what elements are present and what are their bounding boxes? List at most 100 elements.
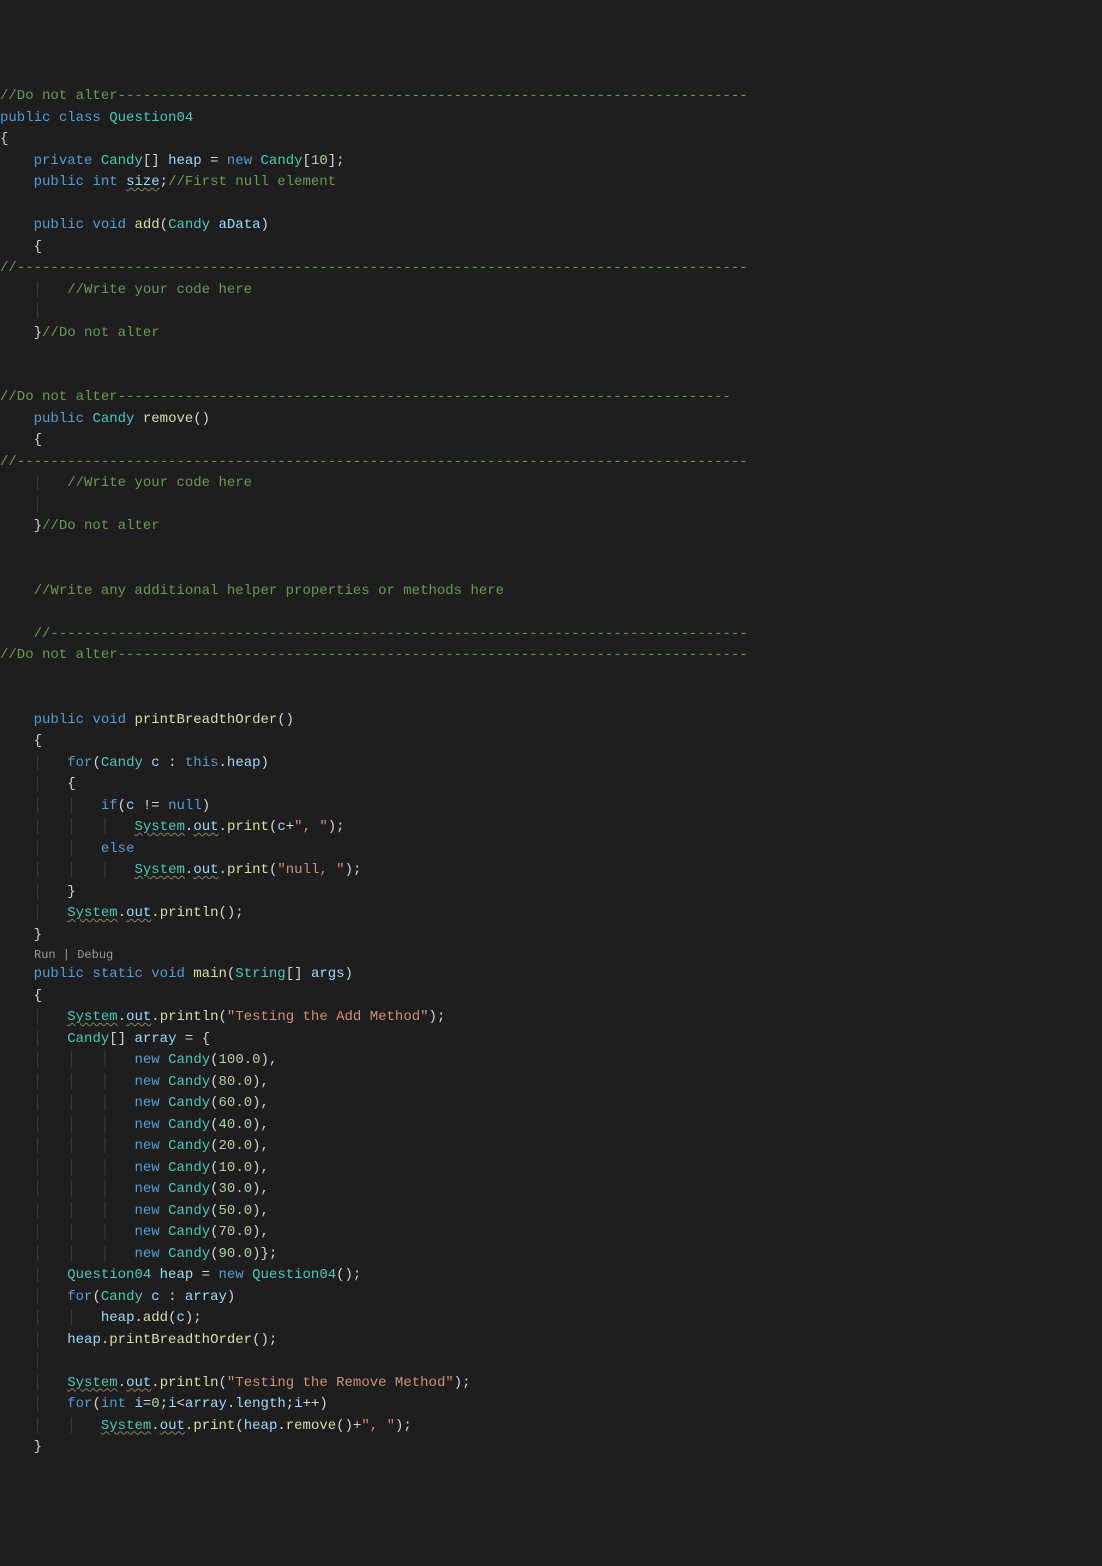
method-println: println (160, 1009, 219, 1025)
type-candy: Candy (168, 1095, 210, 1111)
type-candy: Candy (92, 411, 134, 427)
codelens-sep: | (56, 948, 78, 962)
type-string: String (235, 966, 285, 982)
type-question04: Question04 (109, 110, 193, 126)
type-candy: Candy (168, 1246, 210, 1262)
num: 70.0 (219, 1224, 253, 1240)
comment: //Do not alter (42, 518, 160, 534)
brace-open: { (0, 131, 8, 147)
type-candy: Candy (168, 1138, 210, 1154)
num: 100.0 (219, 1052, 261, 1068)
num: 90.0 (219, 1246, 253, 1262)
type-question04: Question04 (252, 1267, 336, 1283)
var-heap: heap (244, 1418, 278, 1434)
num: 10.0 (219, 1160, 253, 1176)
type-candy: Candy (168, 1203, 210, 1219)
comment: // (34, 626, 51, 642)
method-print: print (227, 819, 269, 835)
var-c: c (151, 755, 159, 771)
codelens-debug[interactable]: Debug (77, 948, 113, 962)
type-system: System (67, 1375, 117, 1391)
method-print: print (227, 862, 269, 878)
type-candy: Candy (168, 1074, 210, 1090)
method-printbreadthorder: printBreadthOrder (109, 1332, 252, 1348)
kw-if: if (101, 798, 118, 814)
comment-dashes: ----------------------------------------… (118, 389, 731, 405)
var-out: out (126, 1375, 151, 1391)
string-testrem: "Testing the Remove Method" (227, 1375, 454, 1391)
kw-for: for (67, 1396, 92, 1412)
method-add: add (134, 217, 159, 233)
kw-public: public (0, 110, 50, 126)
kw-new: new (218, 1267, 243, 1283)
type-candy: Candy (67, 1031, 109, 1047)
num: 30.0 (219, 1181, 253, 1197)
method-main: main (193, 966, 227, 982)
var-array: array (185, 1396, 227, 1412)
type-system: System (67, 905, 117, 921)
type-candy: Candy (101, 1289, 143, 1305)
method-remove: remove (286, 1418, 336, 1434)
kw-new: new (134, 1224, 159, 1240)
type-candy: Candy (101, 755, 143, 771)
comment: //Write any additional helper properties… (34, 583, 504, 599)
var-out: out (193, 862, 218, 878)
comment-dashes: ----------------------------------------… (118, 647, 748, 663)
type-candy: Candy (168, 1181, 210, 1197)
comment: //Write your code here (67, 282, 252, 298)
type-system: System (67, 1009, 117, 1025)
var-heap: heap (160, 1267, 194, 1283)
kw-new: new (227, 153, 252, 169)
codelens[interactable]: Run | Debug (0, 946, 1102, 964)
var-adata: aData (219, 217, 261, 233)
kw-class: class (59, 110, 101, 126)
type-candy: Candy (101, 153, 143, 169)
kw-new: new (134, 1074, 159, 1090)
type-system: System (134, 862, 184, 878)
code-editor[interactable]: //Do not alter--------------------------… (0, 86, 1102, 1459)
codelens-run[interactable]: Run (34, 948, 56, 962)
kw-for: for (67, 755, 92, 771)
kw-new: new (134, 1181, 159, 1197)
var-i: i (134, 1396, 142, 1412)
kw-new: new (134, 1203, 159, 1219)
kw-this: this (185, 755, 219, 771)
var-out: out (126, 905, 151, 921)
var-size: size (126, 174, 160, 190)
kw-for: for (67, 1289, 92, 1305)
var-args: args (311, 966, 345, 982)
kw-static: static (92, 966, 142, 982)
var-array: array (185, 1289, 227, 1305)
method-print: print (193, 1418, 235, 1434)
num: 80.0 (219, 1074, 253, 1090)
comment: //First null element (168, 174, 336, 190)
comment: //Write your code here (67, 475, 252, 491)
kw-new: new (134, 1117, 159, 1133)
type-system: System (101, 1418, 151, 1434)
type-candy: Candy (168, 1117, 210, 1133)
kw-public: public (34, 174, 84, 190)
comment: //Do not alter (42, 325, 160, 341)
comment: //--------------------------------------… (0, 454, 748, 470)
kw-new: new (134, 1052, 159, 1068)
kw-private: private (34, 153, 93, 169)
kw-public: public (34, 966, 84, 982)
kw-void: void (151, 966, 185, 982)
kw-public: public (34, 217, 84, 233)
kw-public: public (34, 712, 84, 728)
num-10: 10 (311, 153, 328, 169)
kw-void: void (92, 712, 126, 728)
var-length: length (235, 1396, 285, 1412)
method-println: println (160, 1375, 219, 1391)
var-c: c (126, 798, 134, 814)
method-printbreadthorder: printBreadthOrder (134, 712, 277, 728)
type-candy: Candy (168, 1224, 210, 1240)
string-comma: ", " (294, 819, 328, 835)
kw-null: null (168, 798, 202, 814)
type-candy: Candy (261, 153, 303, 169)
var-i: i (168, 1396, 176, 1412)
type-candy: Candy (168, 1052, 210, 1068)
string-comma: ", " (361, 1418, 395, 1434)
num: 40.0 (219, 1117, 253, 1133)
comment: //Do not alter (0, 647, 118, 663)
